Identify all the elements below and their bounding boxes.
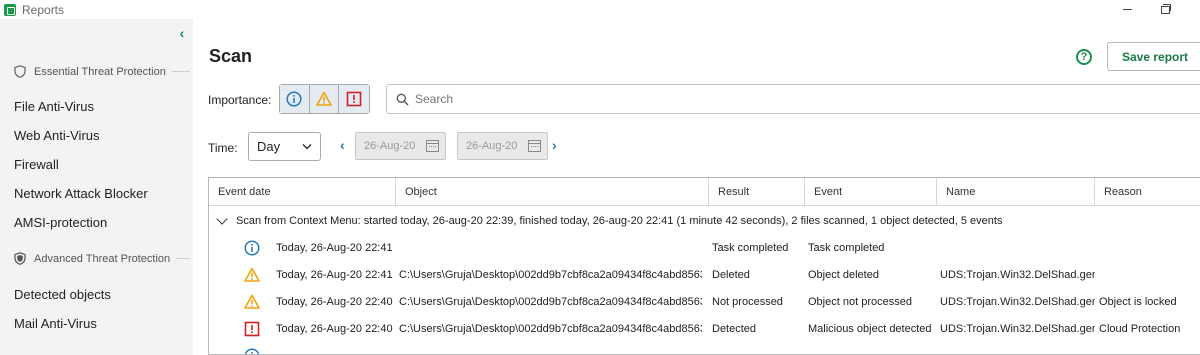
help-icon[interactable]: ? bbox=[1076, 49, 1092, 65]
shield-outline-icon bbox=[14, 65, 26, 78]
cell-object bbox=[399, 235, 702, 262]
cell-result: Deleted bbox=[712, 269, 750, 281]
sidebar-section-advanced: Advanced Threat Protection bbox=[14, 252, 190, 265]
sidebar-item-web-anti-virus[interactable]: Web Anti-Virus bbox=[14, 128, 100, 143]
search-input[interactable] bbox=[415, 92, 1015, 106]
period-value: Day bbox=[257, 139, 281, 154]
importance-filter bbox=[279, 84, 370, 114]
group-summary: Scan from Context Menu: started today, 2… bbox=[236, 214, 1003, 227]
cell-event-date: Today, 26-Aug-20 22:40 bbox=[276, 296, 393, 308]
group-row[interactable]: Scan from Context Menu: started today, 2… bbox=[209, 207, 1200, 234]
column-header-object[interactable]: Object bbox=[396, 178, 709, 206]
sidebar-item-firewall[interactable]: Firewall bbox=[14, 157, 59, 172]
divider bbox=[171, 71, 190, 72]
cell-name: UDS:Trojan.Win32.DelShad.gen bbox=[940, 269, 1095, 281]
sidebar-item-amsi-protection[interactable]: AMSI-protection bbox=[14, 215, 107, 230]
table-row[interactable]: Today, 26-Aug-20 22:41 Task completed Ta… bbox=[209, 235, 1200, 262]
table-row[interactable]: Today, 26-Aug-20 22:41 C:\Users\Gruja\De… bbox=[209, 262, 1200, 289]
time-label: Time: bbox=[208, 141, 238, 155]
cell-name: UDS:Trojan.Win32.DelShad.gen bbox=[940, 323, 1095, 335]
minimize-button[interactable] bbox=[1112, 0, 1142, 19]
divider bbox=[176, 258, 190, 259]
table-header: Event date Object Result Event Name Reas… bbox=[209, 178, 1200, 206]
warning-icon bbox=[244, 267, 260, 282]
cell-event-date: Today, 26-Aug-20 22:40 bbox=[276, 323, 393, 335]
cell-event-date bbox=[276, 343, 396, 354]
cell-reason bbox=[1099, 262, 1200, 289]
sidebar: ‹ Essential Threat Protection File Anti-… bbox=[0, 19, 193, 355]
restore-button[interactable] bbox=[1150, 0, 1180, 19]
search-icon bbox=[396, 93, 409, 105]
title-bar: Reports bbox=[0, 0, 1200, 19]
events-table: Event date Object Result Event Name Reas… bbox=[208, 177, 1200, 355]
cell-reason: Cloud Protection bbox=[1099, 323, 1181, 335]
cell-event: Task completed bbox=[808, 242, 885, 254]
search-box bbox=[386, 84, 1200, 114]
cell-reason bbox=[1099, 235, 1200, 262]
cell-name: UDS:Trojan.Win32.DelShad.gen bbox=[940, 296, 1095, 308]
cell-name bbox=[940, 235, 1095, 262]
sidebar-item-mail-anti-virus[interactable]: Mail Anti-Virus bbox=[14, 316, 97, 331]
cell-object: C:\Users\Gruja\Desktop\002dd9b7cbf8ca2a0… bbox=[399, 269, 702, 281]
cell-event: Object deleted bbox=[808, 269, 879, 281]
save-report-button[interactable]: Save report bbox=[1107, 42, 1200, 71]
column-header-reason[interactable]: Reason bbox=[1095, 178, 1200, 206]
table-row[interactable]: Today, 26-Aug-20 22:40 C:\Users\Gruja\De… bbox=[209, 289, 1200, 316]
sidebar-item-network-attack-blocker[interactable]: Network Attack Blocker bbox=[14, 186, 148, 201]
window-title: Reports bbox=[22, 2, 65, 17]
cell-result: Task completed bbox=[712, 242, 789, 254]
date-from-field[interactable]: 26-Aug-20 bbox=[355, 132, 446, 160]
previous-period-button[interactable]: ‹ bbox=[340, 137, 345, 153]
sidebar-item-file-anti-virus[interactable]: File Anti-Virus bbox=[14, 99, 94, 114]
chevron-down-icon bbox=[216, 212, 228, 225]
column-header-name[interactable]: Name bbox=[937, 178, 1095, 206]
main-panel: Scan ? Save report Importance: Search Ti… bbox=[193, 19, 1200, 355]
chevron-down-icon bbox=[302, 143, 312, 150]
minimize-icon bbox=[1122, 9, 1132, 10]
date-to-value: 26-Aug-20 bbox=[466, 140, 518, 152]
period-dropdown[interactable]: Day bbox=[248, 132, 321, 161]
cell-object: C:\Users\Gruja\Desktop\002dd9b7cbf8ca2a0… bbox=[399, 323, 702, 335]
sidebar-section-label: Advanced Threat Protection bbox=[34, 252, 171, 265]
table-row[interactable] bbox=[209, 343, 1200, 354]
warning-filter-button[interactable] bbox=[309, 85, 340, 113]
collapse-sidebar-button[interactable]: ‹ bbox=[175, 25, 189, 41]
date-from-value: 26-Aug-20 bbox=[364, 140, 416, 152]
critical-filter-button[interactable] bbox=[339, 85, 369, 113]
warning-icon bbox=[316, 91, 332, 106]
cell-result: Detected bbox=[712, 323, 757, 335]
info-icon bbox=[244, 348, 260, 354]
restore-icon bbox=[1160, 3, 1171, 14]
importance-label: Importance: bbox=[208, 93, 272, 107]
critical-icon bbox=[244, 321, 260, 337]
cell-object: C:\Users\Gruja\Desktop\002dd9b7cbf8ca2a0… bbox=[399, 296, 702, 308]
info-icon bbox=[244, 240, 260, 256]
next-period-button[interactable]: › bbox=[552, 137, 557, 153]
shield-filled-icon bbox=[14, 252, 26, 265]
cell-event-date: Today, 26-Aug-20 22:41 bbox=[276, 242, 393, 254]
calendar-icon bbox=[426, 140, 439, 152]
cell-reason: Object is locked bbox=[1099, 296, 1177, 308]
date-to-field[interactable]: 26-Aug-20 bbox=[457, 132, 548, 160]
table-row[interactable]: Today, 26-Aug-20 22:40 C:\Users\Gruja\De… bbox=[209, 316, 1200, 343]
info-filter-button[interactable] bbox=[280, 85, 310, 113]
sidebar-section-essential: Essential Threat Protection bbox=[14, 65, 190, 78]
cell-event: Object not processed bbox=[808, 296, 912, 308]
critical-icon bbox=[346, 91, 362, 107]
column-header-result[interactable]: Result bbox=[709, 178, 805, 206]
info-icon bbox=[286, 91, 302, 107]
calendar-icon bbox=[528, 140, 541, 152]
warning-icon bbox=[244, 294, 260, 309]
page-title: Scan bbox=[209, 46, 253, 66]
app-shield-icon bbox=[4, 3, 16, 16]
cell-event-date: Today, 26-Aug-20 22:41 bbox=[276, 269, 393, 281]
cell-result: Not processed bbox=[712, 296, 783, 308]
column-header-event-date[interactable]: Event date bbox=[209, 178, 396, 206]
sidebar-item-detected-objects[interactable]: Detected objects bbox=[14, 287, 111, 302]
column-header-event[interactable]: Event bbox=[805, 178, 937, 206]
cell-event: Malicious object detected bbox=[808, 323, 932, 335]
sidebar-section-label: Essential Threat Protection bbox=[34, 65, 166, 78]
